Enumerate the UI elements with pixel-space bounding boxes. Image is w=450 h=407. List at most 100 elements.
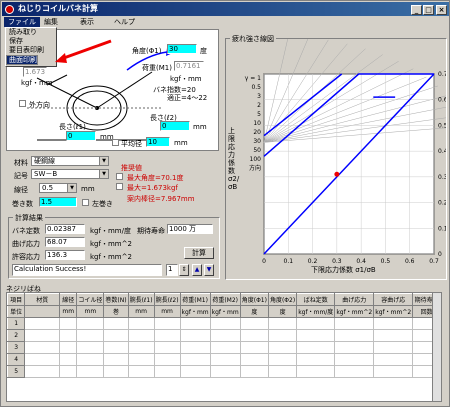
table-cell[interactable] <box>76 365 105 378</box>
table-cell[interactable] <box>24 341 61 354</box>
menu-file[interactable]: ファイル <box>4 17 40 27</box>
title-bar[interactable]: ねじりコイルバネ計算 _ □ × <box>2 2 449 16</box>
table-cell[interactable] <box>103 317 129 330</box>
outer-direction-checkbox[interactable] <box>19 100 26 107</box>
table-cell[interactable] <box>334 329 375 342</box>
table-cell[interactable] <box>296 341 336 354</box>
length2-input[interactable]: 0 <box>160 121 190 131</box>
table-cell[interactable] <box>373 365 414 378</box>
close-button[interactable]: × <box>436 5 447 15</box>
table-cell[interactable] <box>76 341 105 354</box>
table-cell[interactable] <box>209 353 241 366</box>
table-cell[interactable] <box>59 365 78 378</box>
table-cell[interactable] <box>179 317 211 330</box>
table-cell[interactable] <box>179 329 211 342</box>
table-cell[interactable] <box>239 353 269 366</box>
table-cell[interactable] <box>59 317 78 330</box>
length1-input[interactable]: 0 <box>66 131 96 141</box>
menu-help[interactable]: ヘルプ <box>110 17 139 27</box>
table-cell[interactable] <box>24 329 61 342</box>
table-cell[interactable] <box>267 341 298 354</box>
menu-view[interactable]: 表示 <box>76 17 98 27</box>
table-cell[interactable] <box>296 353 336 366</box>
table-cell[interactable] <box>209 317 241 330</box>
stepper-spin-button[interactable]: ⇕ <box>179 264 189 276</box>
max-angle-checkbox[interactable] <box>116 173 123 180</box>
maximize-button[interactable]: □ <box>423 5 434 15</box>
table-cell[interactable] <box>24 317 61 330</box>
table-row[interactable]: 5 <box>7 365 441 378</box>
left-value-input[interactable]: 1.673 <box>23 67 47 77</box>
table-cell[interactable] <box>127 353 155 366</box>
up-arrow-button[interactable]: ▲ <box>192 264 202 276</box>
code-select[interactable]: SW－B ▼ <box>31 169 109 179</box>
table-cell[interactable] <box>239 341 269 354</box>
table-cell[interactable] <box>103 353 129 366</box>
table-cell[interactable] <box>76 353 105 366</box>
menu-item-print-curve[interactable]: 曲面印刷 <box>6 55 38 65</box>
turns-input[interactable]: 1.5 <box>39 197 77 207</box>
table-cell[interactable] <box>267 317 298 330</box>
table-cell[interactable] <box>239 317 269 330</box>
max-force-checkbox[interactable] <box>116 183 123 190</box>
stepper-value[interactable]: 1 <box>166 264 178 276</box>
table-cell[interactable] <box>373 329 414 342</box>
vertical-scrollbar[interactable] <box>432 293 441 401</box>
table-cell[interactable] <box>296 365 336 378</box>
table-cell[interactable] <box>76 317 105 330</box>
table-cell[interactable] <box>334 341 375 354</box>
calculate-button[interactable]: 計算 <box>184 247 214 259</box>
table-cell[interactable] <box>127 365 155 378</box>
table-cell[interactable] <box>209 329 241 342</box>
table-cell[interactable] <box>179 365 211 378</box>
table-cell[interactable] <box>267 365 298 378</box>
table-cell[interactable] <box>153 341 181 354</box>
table-cell[interactable] <box>103 341 129 354</box>
table-cell[interactable] <box>127 341 155 354</box>
left-wind-checkbox[interactable] <box>82 199 89 206</box>
load-input[interactable]: 0.7161 <box>174 61 204 71</box>
material-select[interactable]: 硬鋼線 ▼ <box>31 156 109 166</box>
table-cell[interactable] <box>296 317 336 330</box>
table-cell[interactable] <box>179 341 211 354</box>
table-cell[interactable] <box>209 365 241 378</box>
table-cell[interactable] <box>239 329 269 342</box>
table-cell[interactable] <box>153 353 181 366</box>
table-cell[interactable] <box>153 329 181 342</box>
table-row[interactable]: 3 <box>7 341 441 354</box>
table-cell[interactable] <box>373 341 414 354</box>
table-cell[interactable] <box>103 365 129 378</box>
table-cell[interactable] <box>267 353 298 366</box>
table-cell[interactable] <box>296 329 336 342</box>
minimize-button[interactable]: _ <box>411 5 422 15</box>
table-cell[interactable] <box>24 365 61 378</box>
table-cell[interactable] <box>127 329 155 342</box>
wire-select[interactable]: 0.5 ▼ <box>39 183 77 193</box>
table-cell[interactable] <box>103 329 129 342</box>
table-cell[interactable] <box>127 317 155 330</box>
table-cell[interactable] <box>59 353 78 366</box>
table-cell[interactable] <box>179 353 211 366</box>
table-cell[interactable] <box>239 365 269 378</box>
table-row[interactable]: 4 <box>7 353 441 366</box>
table-cell[interactable] <box>334 317 375 330</box>
table-cell[interactable] <box>267 329 298 342</box>
table-cell[interactable] <box>373 317 414 330</box>
down-arrow-button[interactable]: ▼ <box>204 264 214 276</box>
table-cell[interactable] <box>334 353 375 366</box>
table-cell[interactable] <box>76 329 105 342</box>
table-cell[interactable] <box>24 353 61 366</box>
table-cell[interactable] <box>373 353 414 366</box>
table-cell[interactable] <box>209 341 241 354</box>
menu-edit[interactable]: 編集 <box>40 17 62 27</box>
parallel-input[interactable]: 10 <box>146 137 170 147</box>
table-cell[interactable] <box>59 329 78 342</box>
table-cell[interactable] <box>153 365 181 378</box>
angle-input[interactable]: 30 <box>167 44 197 54</box>
menu-item-open[interactable]: 読み取り <box>6 28 56 37</box>
table-cell[interactable] <box>59 341 78 354</box>
table-row[interactable]: 1 <box>7 317 441 330</box>
table-row[interactable]: 2 <box>7 329 441 342</box>
parallel-checkbox[interactable] <box>112 139 119 146</box>
table-cell[interactable] <box>334 365 375 378</box>
